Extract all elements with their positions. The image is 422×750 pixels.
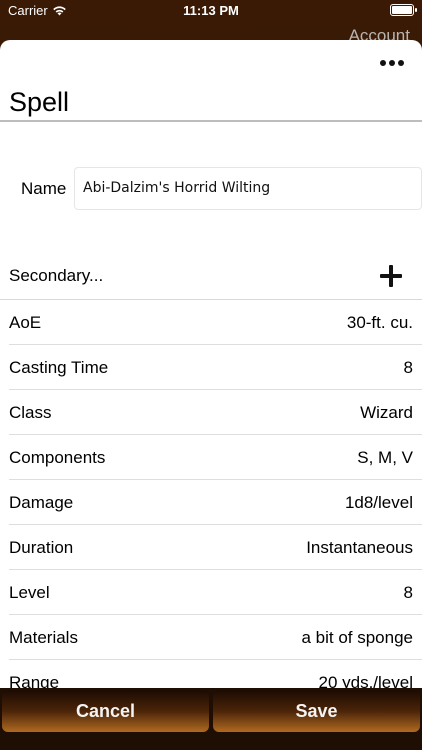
spell-sheet: Spell Name Abi-Dalzim's Horrid Wilting S… (0, 40, 422, 690)
cancel-button[interactable]: Cancel (2, 690, 209, 732)
attribute-key: AoE (9, 313, 42, 332)
attribute-value: a bit of sponge (301, 628, 413, 647)
attribute-key: Duration (9, 538, 74, 557)
attribute-value: S, M, V (357, 448, 413, 467)
action-bar: Cancel Save (0, 688, 422, 750)
attribute-key: Casting Time (9, 358, 109, 377)
secondary-row[interactable]: Secondary... (0, 253, 422, 299)
attribute-row-casting-time[interactable]: Casting Time 8 (0, 345, 422, 390)
attribute-row-damage[interactable]: Damage 1d8/level (0, 480, 422, 525)
clock: 11:13 PM (183, 3, 239, 18)
attribute-value: Wizard (360, 403, 413, 422)
attribute-value: 8 (403, 358, 413, 377)
attribute-key: Damage (9, 493, 74, 512)
secondary-label: Secondary... (9, 266, 104, 285)
attribute-key: Components (9, 448, 106, 467)
attribute-row-duration[interactable]: Duration Instantaneous (0, 525, 422, 570)
more-icon[interactable] (380, 53, 404, 73)
attribute-value: 1d8/level (344, 493, 413, 512)
attribute-row-class[interactable]: Class Wizard (0, 390, 422, 435)
attribute-row-aoe[interactable]: AoE 30-ft. cu. (0, 300, 422, 345)
plus-icon[interactable] (380, 265, 402, 287)
attribute-value: 30-ft. cu. (346, 313, 413, 332)
attribute-row-components[interactable]: Components S, M, V (0, 435, 422, 480)
name-row: Name Abi-Dalzim's Horrid Wilting (0, 166, 422, 211)
attribute-value: 8 (403, 583, 413, 602)
attribute-row-materials[interactable]: Materials a bit of sponge (0, 615, 422, 660)
attribute-list: AoE 30-ft. cu. Casting Time 8 Class Wiza… (0, 300, 422, 690)
attribute-key: Class (9, 403, 52, 422)
title-divider (0, 120, 422, 122)
save-button[interactable]: Save (213, 690, 420, 732)
attribute-value: Instantaneous (306, 538, 413, 557)
name-field[interactable]: Abi-Dalzim's Horrid Wilting (74, 167, 422, 210)
name-label: Name (21, 179, 67, 198)
battery-icon (390, 4, 417, 16)
status-bar: Carrier 11:13 PM (0, 0, 422, 22)
attribute-row-range[interactable]: Range 20 yds./level (0, 660, 422, 690)
attribute-row-level[interactable]: Level 8 (0, 570, 422, 615)
attribute-key: Materials (9, 628, 78, 647)
page-title: Spell (9, 87, 70, 117)
attribute-key: Level (9, 583, 50, 602)
